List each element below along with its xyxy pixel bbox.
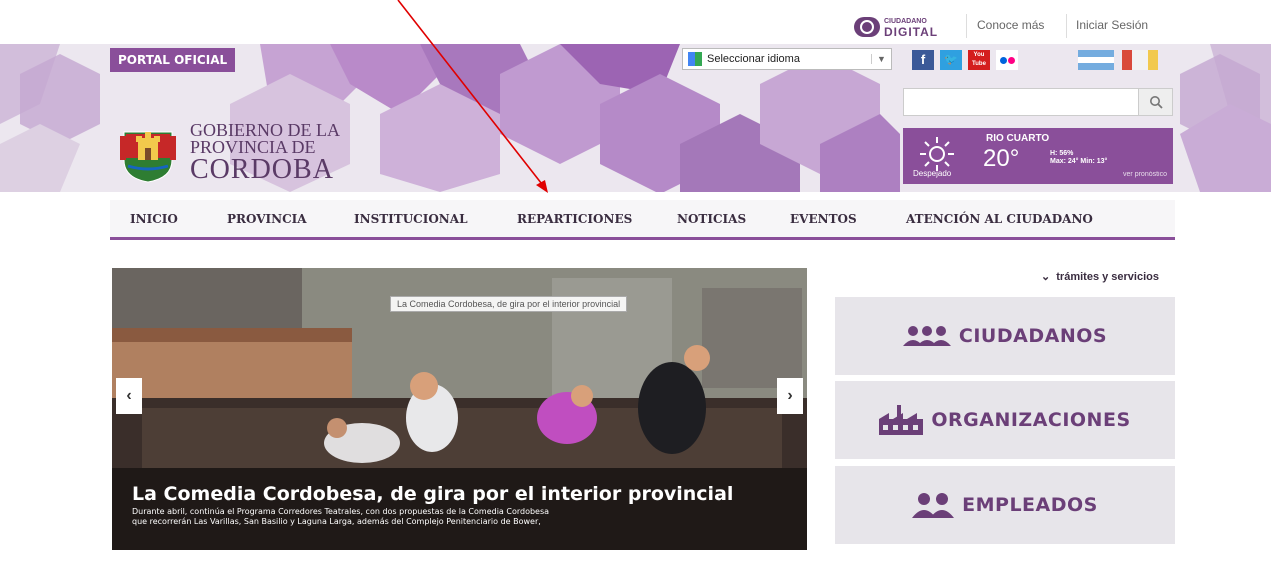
nav-inicio[interactable]: INICIO	[130, 212, 178, 226]
search-icon	[1149, 96, 1163, 109]
search-input[interactable]	[903, 88, 1173, 116]
nav-eventos[interactable]: EVENTOS	[790, 212, 857, 226]
weather-details: H: 56% Max: 24° Min: 13°	[1050, 150, 1107, 166]
cordoba-flag-icon[interactable]	[1122, 50, 1158, 70]
top-bar: CIUDADANO DIGITAL Conoce más Iniciar Ses…	[0, 0, 1271, 44]
divider	[1066, 14, 1067, 38]
header-banner: PORTAL OFICIAL Seleccionar idioma ▼ f 🐦 …	[0, 44, 1271, 192]
people-group-icon	[902, 326, 951, 346]
gobierno-title[interactable]: GOBIERNO DE LA PROVINCIA DE CORDOBA	[190, 121, 340, 185]
main-nav: INICIO PROVINCIA INSTITUCIONAL REPARTICI…	[110, 200, 1175, 240]
slide-description: Durante abril, continúa el Programa Corr…	[132, 507, 772, 527]
slider-next-button[interactable]: ›	[777, 378, 803, 414]
language-select[interactable]: Seleccionar idioma ▼	[682, 48, 892, 70]
google-translate-icon	[688, 52, 702, 66]
empleados-button[interactable]: EMPLEADOS	[835, 466, 1175, 544]
iniciar-sesion-link[interactable]: Iniciar Sesión	[1076, 18, 1148, 32]
divider	[966, 14, 967, 38]
weather-widget[interactable]: Despejado RIO CUARTO 20° H: 56% Max: 24°…	[903, 128, 1173, 184]
provincia-shield-logo[interactable]	[118, 126, 178, 184]
news-slider[interactable]: La Comedia Cordobesa, de gira por el int…	[112, 268, 807, 550]
slide-description-line-2: que recorrerán Las Varillas, San Basilio…	[132, 517, 541, 526]
sun-icon	[920, 137, 954, 171]
weather-city: RIO CUARTO	[986, 133, 1050, 144]
nav-reparticiones[interactable]: REPARTICIONES	[517, 212, 632, 226]
slider-prev-button[interactable]: ‹	[116, 378, 142, 414]
nav-provincia[interactable]: PROVINCIA	[227, 212, 307, 226]
ciudadano-digital-icon	[854, 17, 880, 37]
weather-more-link[interactable]: ver pronóstico	[1123, 171, 1167, 178]
slide-caption-tag: La Comedia Cordobesa, de gira por el int…	[390, 296, 628, 312]
employees-icon	[912, 493, 955, 518]
tramites-toggle[interactable]: ⌄ trámites y servicios	[835, 270, 1173, 290]
ciudadanos-button[interactable]: CIUDADANOS	[835, 297, 1175, 375]
ciudadano-digital-logo[interactable]: CIUDADANO DIGITAL	[854, 15, 938, 39]
organizaciones-label: ORGANIZACIONES	[931, 409, 1131, 431]
ciudadanos-label: CIUDADANOS	[958, 325, 1108, 347]
facebook-icon[interactable]: f	[912, 50, 934, 70]
factory-icon	[879, 405, 924, 435]
conoce-mas-link[interactable]: Conoce más	[977, 18, 1044, 32]
search-button[interactable]	[1138, 89, 1172, 115]
chevron-down-icon: ⌄	[1041, 271, 1051, 283]
empleados-label: EMPLEADOS	[962, 494, 1098, 516]
slide-description-line-1: Durante abril, continúa el Programa Corr…	[132, 507, 550, 516]
organizaciones-button[interactable]: ORGANIZACIONES	[835, 381, 1175, 459]
youtube-icon[interactable]: You Tube	[968, 50, 990, 70]
flickr-icon[interactable]	[996, 50, 1018, 70]
nav-atencion-al-ciudadano[interactable]: ATENCIÓN AL CIUDADANO	[906, 212, 1093, 226]
portal-oficial-badge: PORTAL OFICIAL	[110, 48, 236, 72]
gobierno-line-3: CORDOBA	[190, 154, 334, 185]
nav-institucional[interactable]: INSTITUCIONAL	[354, 212, 468, 226]
weather-temperature: 20°	[983, 145, 1020, 172]
weather-humidity: H: 56%	[1050, 150, 1074, 157]
slide-title[interactable]: La Comedia Cordobesa, de gira por el int…	[132, 483, 733, 505]
cd-logo-big-text: DIGITAL	[884, 24, 939, 39]
chevron-down-icon: ▼	[871, 54, 891, 64]
nav-noticias[interactable]: NOTICIAS	[677, 212, 746, 226]
tramites-label: trámites y servicios	[1056, 271, 1159, 283]
weather-condition: Despejado	[913, 169, 952, 178]
language-select-label: Seleccionar idioma	[707, 53, 800, 65]
twitter-icon[interactable]: 🐦	[940, 50, 962, 70]
argentina-flag-icon[interactable]	[1078, 50, 1114, 70]
weather-minmax: Max: 24° Min: 13°	[1050, 158, 1108, 165]
